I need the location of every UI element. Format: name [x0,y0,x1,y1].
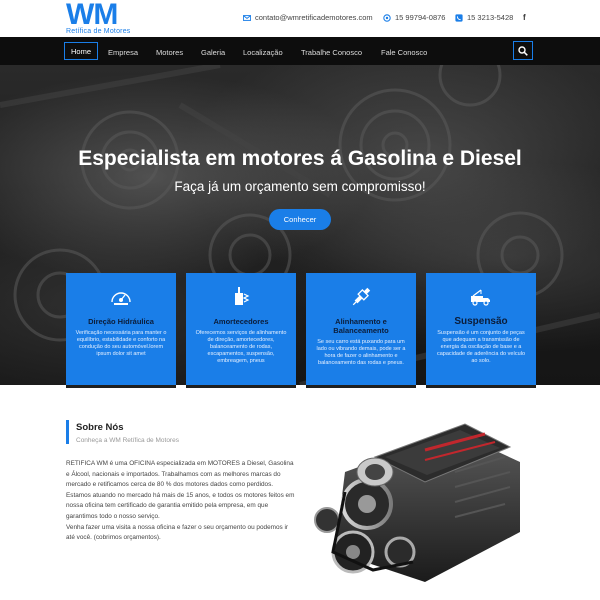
card-divider [186,385,296,388]
service-card-alinhamento[interactable]: Alinhamento e Balanceamento Se seu carro… [306,273,416,385]
about-paragraph: Estamos atuando no mercado há mais de 15… [66,491,295,520]
nav-empresa[interactable]: Empresa [108,44,138,61]
service-title: Direção Hidráulica [88,317,154,326]
nav-fale-conosco[interactable]: Fale Conosco [381,44,427,61]
about-title: Sobre Nós [76,422,124,433]
service-text: Oferecemos serviços de alinhamento de di… [195,330,287,364]
contact-whatsapp[interactable]: 15 99794-0876 [383,13,445,22]
nav-trabalhe-conosco[interactable]: Trabalhe Conosco [301,44,362,61]
shock-absorber-icon [235,287,250,305]
about-paragraph: RETIFICA WM é uma OFICINA especializada … [66,460,294,489]
about-accent-bar [66,420,69,444]
nav-home[interactable]: Home [64,42,99,60]
service-title: Suspensão [454,316,508,327]
about-subtitle: Conheça a WM Retífica de Motores [76,437,179,444]
hero-cta-button[interactable]: Conhecer [269,209,331,230]
service-card-suspensao[interactable]: Suspensão Suspensão é um conjunto de peç… [426,273,536,385]
nav-galeria[interactable]: Galeria [201,44,225,61]
envelope-icon [243,14,251,21]
whatsapp-icon [383,13,391,22]
service-card-amortecedores[interactable]: Amortecedores Oferecemos serviços de ali… [186,273,296,385]
service-text: Se seu carro está puxando para um lado o… [316,339,406,366]
email-text: contato@wmretificademotores.com [255,13,373,22]
about-paragraph: Venha fazer uma visita a nossa oficina e… [66,523,289,542]
spark-plug-icon [352,287,371,306]
nav-localizacao[interactable]: Localização [243,44,283,61]
nav-motores[interactable]: Motores [156,44,183,61]
hero-title: Especialista em motores á Gasolina e Die… [78,147,522,170]
card-divider [66,385,176,388]
top-bar: WM Retífica de Motores contato@wmretific… [0,0,600,37]
search-button[interactable] [513,41,533,60]
contact-phone[interactable]: 15 3213-5428 [455,13,513,22]
contact-email[interactable]: contato@wmretificademotores.com [243,13,373,22]
service-text: Verificação necessária para manter o equ… [75,330,167,357]
tow-truck-icon [471,289,490,306]
engine-image [314,423,520,582]
search-icon [518,45,528,56]
speedometer-icon [111,292,131,305]
logo[interactable]: WM Retífica de Motores [66,0,131,35]
service-card-direcao[interactable]: Direção Hidráulica Verificação necessári… [66,273,176,385]
phone-icon [455,13,463,22]
service-title: Alinhamento e Balanceamento [333,317,389,335]
service-text: Suspensão é um conjunto de peças que ade… [436,330,526,364]
card-divider [306,385,416,388]
logo-text: WM [66,0,118,31]
main-nav: Home Empresa Motores Galeria Localização… [0,37,600,65]
hero-subtitle: Faça já um orçamento sem compromisso! [174,179,426,194]
facebook-icon[interactable]: f [523,13,526,22]
about-text: RETIFICA WM é uma OFICINA especializada … [66,459,296,544]
card-divider [426,385,536,388]
logo-subtitle: Retífica de Motores [66,28,131,35]
phone1-text: 15 99794-0876 [395,13,446,22]
service-title: Amortecedores [213,317,269,326]
phone2-text: 15 3213-5428 [467,13,514,22]
